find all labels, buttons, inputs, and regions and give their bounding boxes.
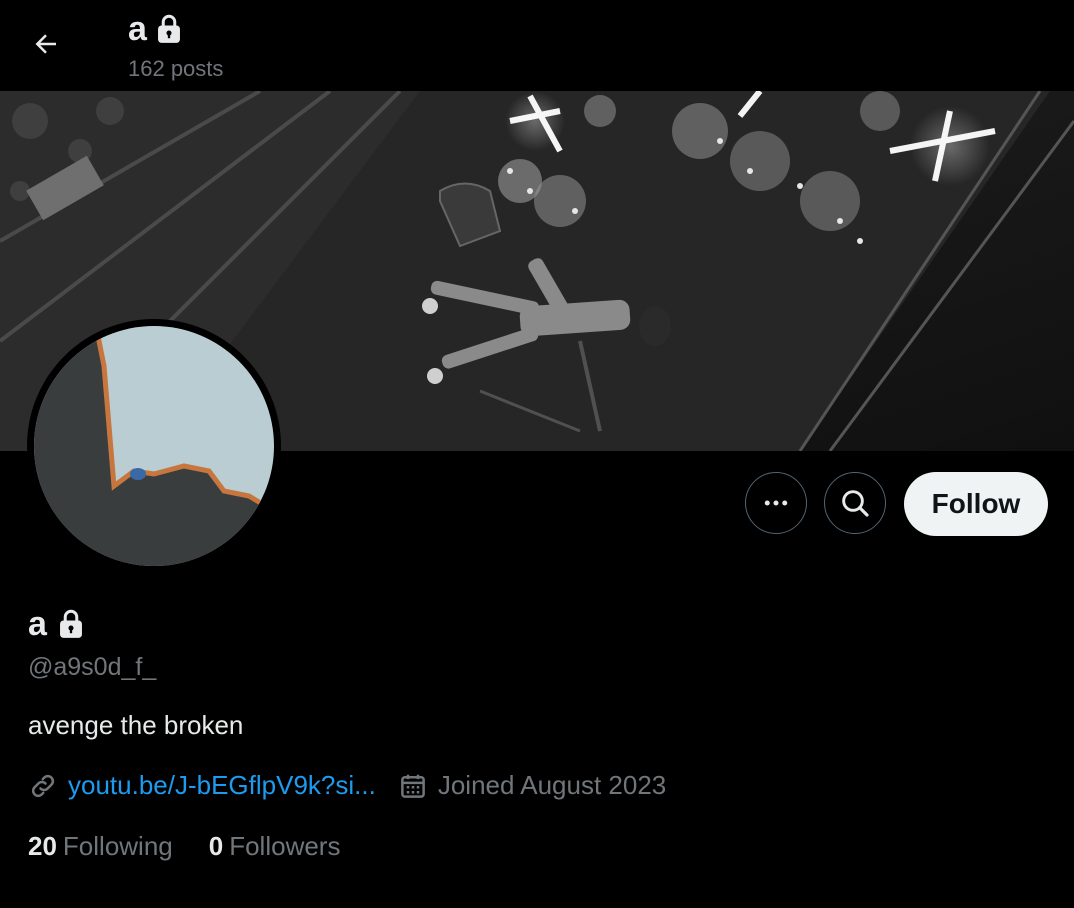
profile-link[interactable]: youtu.be/J-bEGflpV9k?si... xyxy=(68,770,376,801)
follow-button[interactable]: Follow xyxy=(904,472,1048,536)
calendar-icon xyxy=(400,774,425,798)
header-title: a xyxy=(128,10,147,48)
profile-avatar[interactable] xyxy=(27,319,281,573)
followers-link[interactable]: 0 Followers xyxy=(209,831,341,862)
post-count: 162 posts xyxy=(128,56,224,81)
link-icon xyxy=(31,774,55,797)
back-button[interactable] xyxy=(24,22,68,66)
lock-icon xyxy=(157,14,180,43)
profile-bio: avenge the broken xyxy=(28,710,244,740)
following-link[interactable]: 20 Following xyxy=(28,831,173,862)
profile-stats: 20 Following 0 Followers xyxy=(28,831,340,862)
profile-handle: @a9s0d_f_ xyxy=(28,653,157,681)
profile-meta: youtu.be/J-bEGflpV9k?si... Joined August… xyxy=(28,770,666,801)
followers-count: 0 xyxy=(208,831,224,861)
arrow-left-icon xyxy=(35,34,56,54)
header-title-row: a xyxy=(128,12,183,46)
more-options-button[interactable] xyxy=(745,472,807,534)
joined-date: Joined August 2023 xyxy=(437,770,667,800)
following-count: 20 xyxy=(28,831,57,861)
more-dots-icon xyxy=(764,500,788,506)
search-icon xyxy=(842,490,869,517)
profile-name-row: a xyxy=(28,606,85,642)
avatar-image xyxy=(34,326,274,566)
lock-icon xyxy=(59,609,82,638)
profile-name: a xyxy=(28,605,47,643)
search-profile-button[interactable] xyxy=(824,472,886,534)
followers-label: Followers xyxy=(229,831,341,861)
following-label: Following xyxy=(62,831,173,861)
top-bar: a 162 posts xyxy=(0,0,1074,91)
